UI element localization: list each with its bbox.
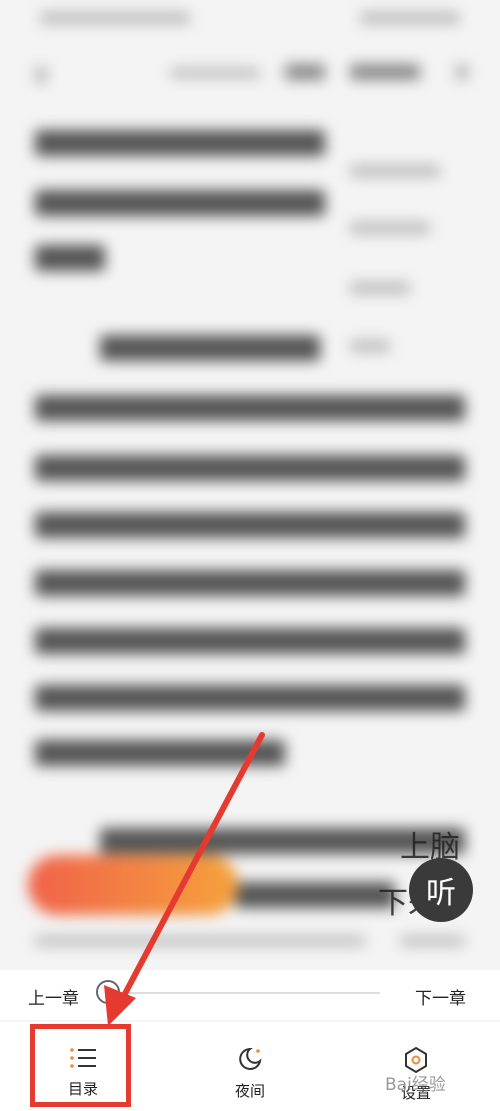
highlight-box [30,1024,131,1107]
listen-button[interactable]: 听 [409,858,473,922]
progress-slider-knob[interactable] [96,980,120,1004]
night-mode-tab-label: 夜间 [234,1082,265,1100]
progress-slider-track[interactable] [120,992,380,994]
reader-page: 上脑 下来. 听 [0,0,500,1111]
moon-icon [239,1047,262,1070]
next-chapter-button[interactable]: 下一章 [415,984,466,1009]
watermark: Bai经验 [385,1075,446,1095]
night-mode-tab[interactable]: 夜间 [200,1030,300,1105]
prev-chapter-button[interactable]: 上一章 [28,984,79,1009]
